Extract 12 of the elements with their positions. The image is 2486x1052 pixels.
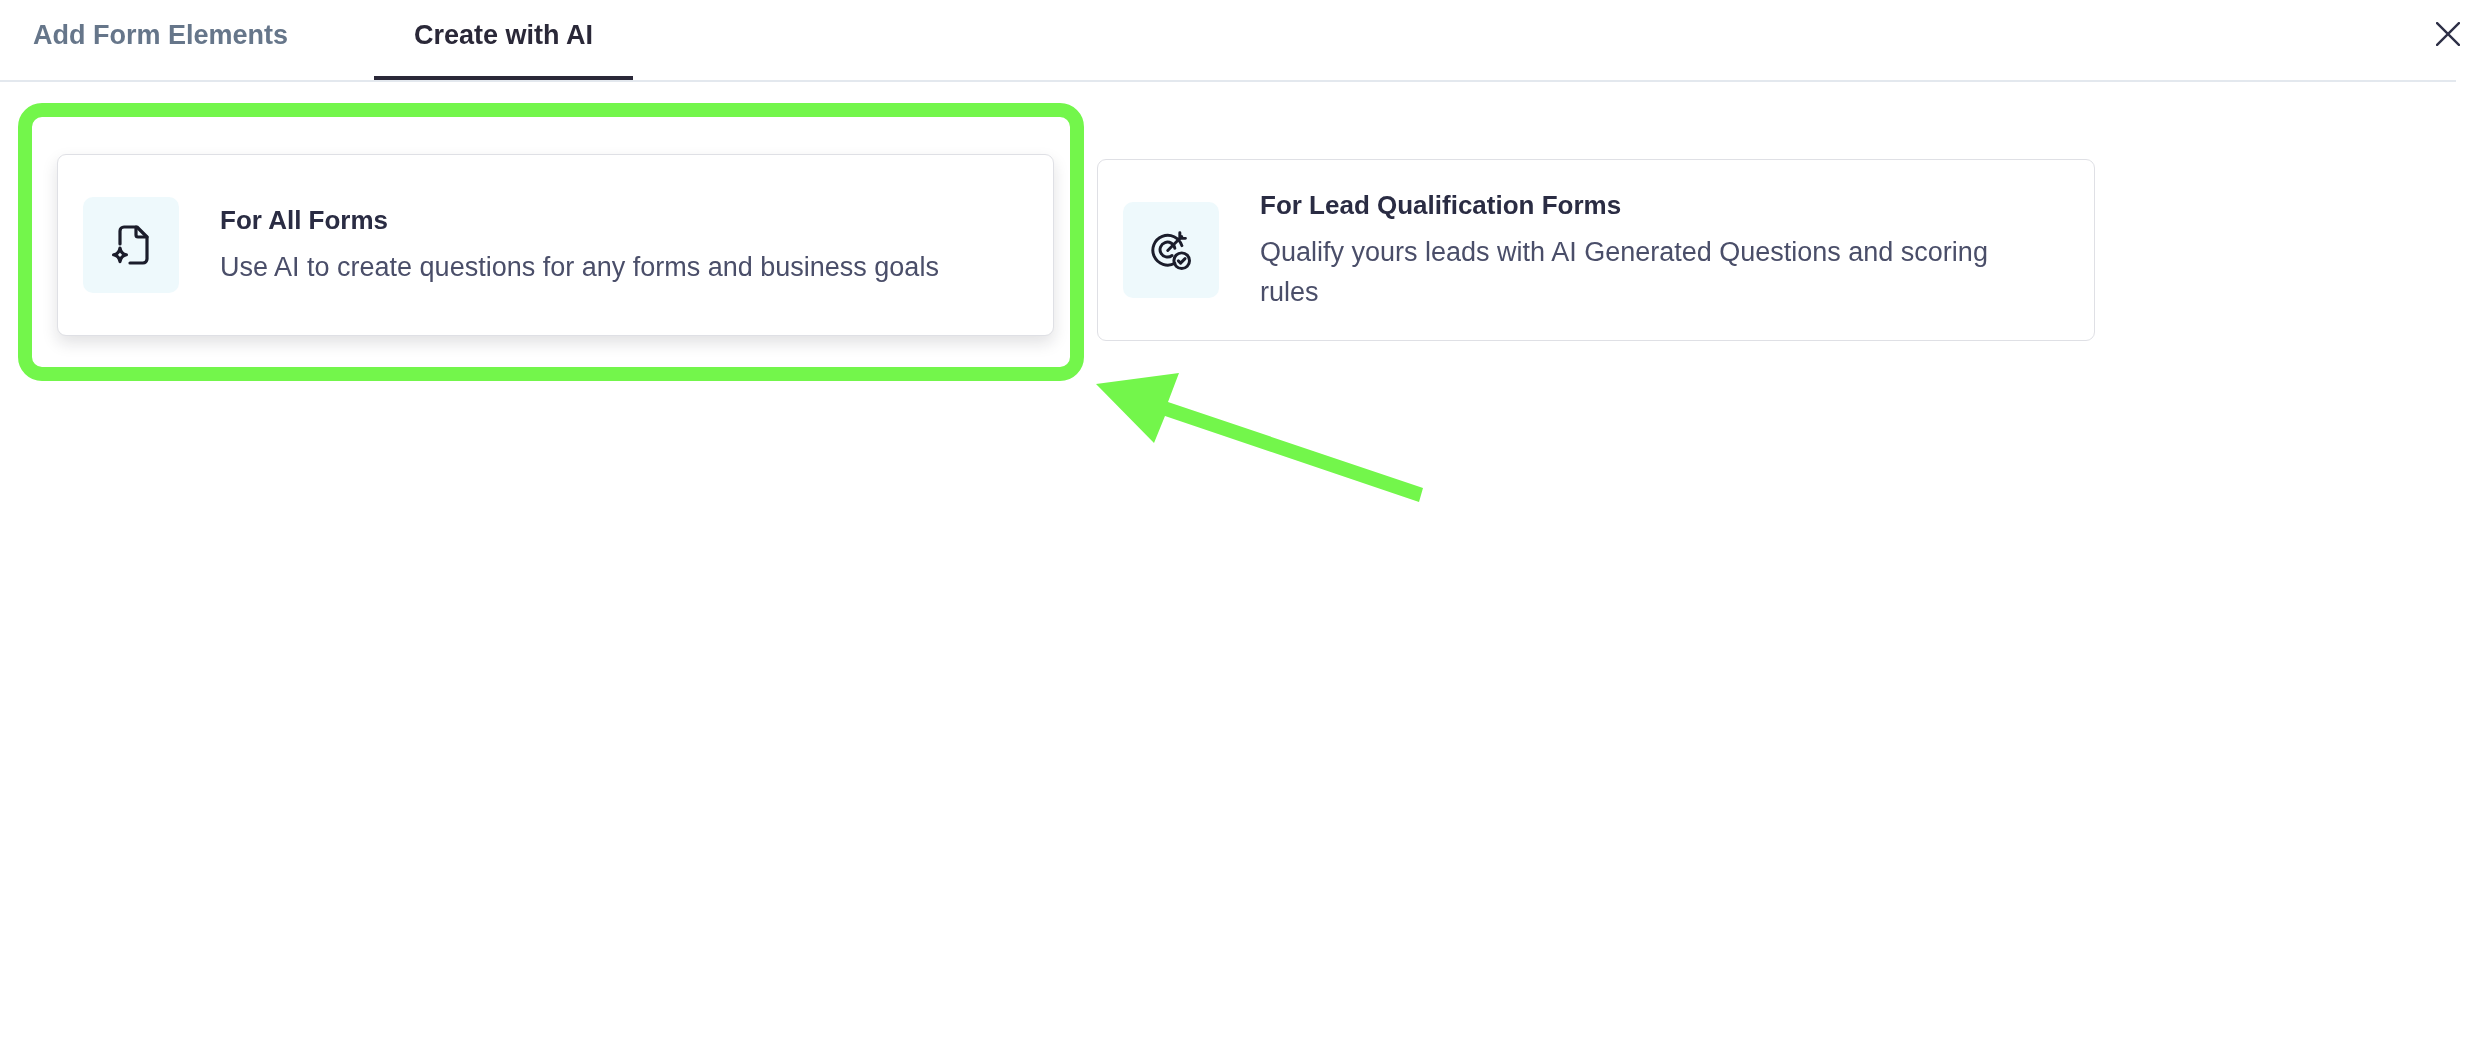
document-sparkle-icon bbox=[83, 197, 179, 293]
close-button[interactable] bbox=[2436, 22, 2460, 46]
tab[interactable]: Add Form Elements bbox=[0, 0, 329, 80]
option-description: Qualify yours leads with AI Generated Questions and scoring rules bbox=[1260, 236, 1989, 309]
target-check-icon bbox=[1123, 202, 1219, 298]
option-card[interactable]: For Lead Qualification Forms Qualify yours leads with AI Generated Questions and scoring rules bbox=[1097, 159, 2095, 341]
tab[interactable]: Create with AI bbox=[374, 0, 634, 80]
close-icon bbox=[2436, 22, 2460, 46]
option-title: For All Forms bbox=[220, 204, 390, 237]
option-card[interactable]: For All Forms Use AI to create questions for any forms and business goals bbox=[57, 154, 1054, 336]
option-description: Use AI to create questions for any forms and business goals bbox=[220, 251, 939, 284]
option-title: For Lead Qualification Forms bbox=[1260, 189, 1623, 222]
